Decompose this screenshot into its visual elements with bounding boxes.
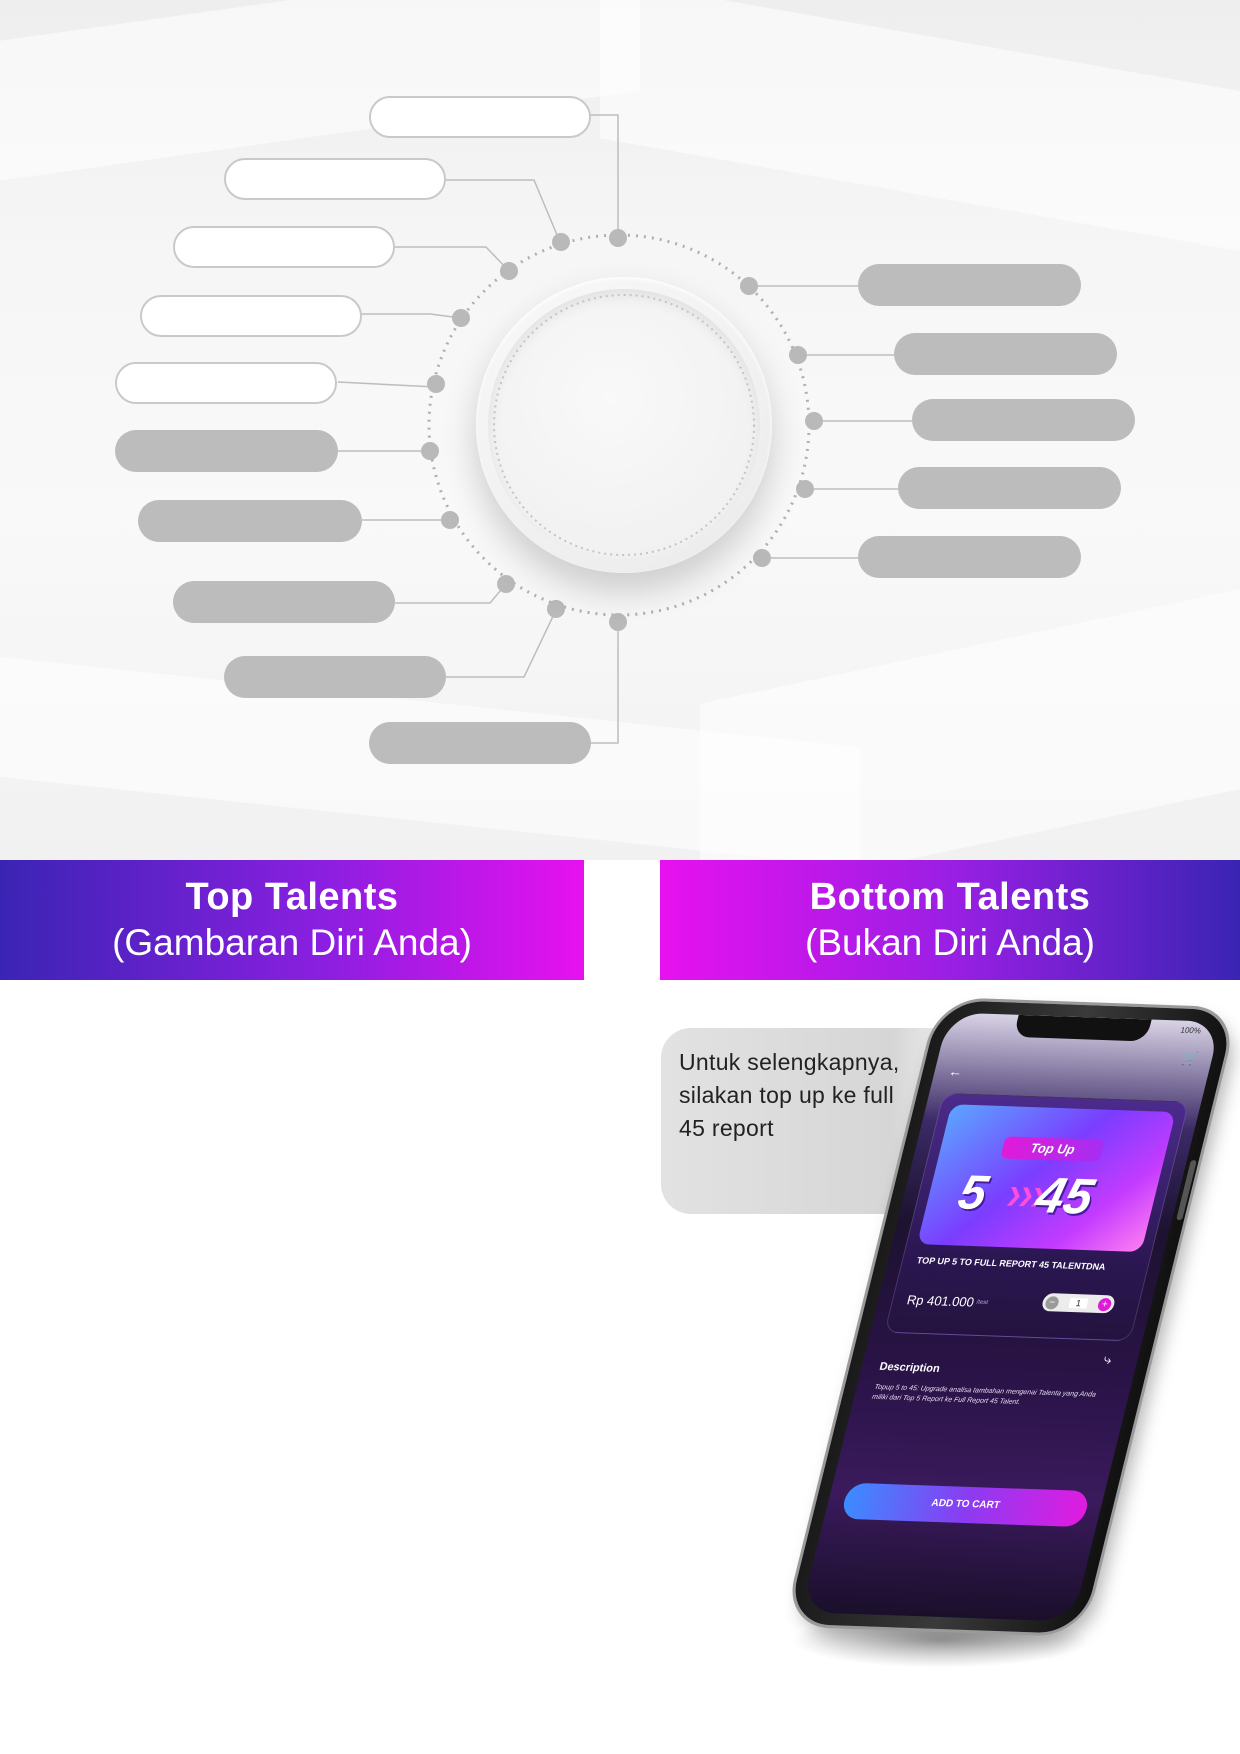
plus-icon[interactable]: + (1096, 1297, 1113, 1311)
banner-subtitle: (Bukan Diri Anda) (805, 922, 1095, 963)
ring-node (452, 309, 470, 327)
bubble-text: Untuk selengkapnya, silakan top up ke fu… (679, 1049, 900, 1141)
ring-node (427, 375, 445, 393)
bottom-talent-slot-5 (858, 536, 1081, 578)
bottom-talents-banner: Bottom Talents (Bukan Diri Anda) (660, 860, 1240, 980)
quantity-value: 1 (1068, 1297, 1089, 1309)
ring-node (497, 575, 515, 593)
description-title: Description (878, 1360, 942, 1375)
top-talent-slot-5 (115, 362, 337, 404)
hidden-talent-slot (173, 581, 395, 623)
cart-icon[interactable]: 🛒 (1180, 1051, 1200, 1068)
top-talent-slot-2 (224, 158, 446, 200)
bottom-talent-slot-3 (912, 399, 1135, 441)
minus-icon[interactable]: − (1044, 1295, 1061, 1310)
ring-node (805, 412, 823, 430)
product-price: Rp 401.000 (905, 1292, 976, 1310)
hidden-talent-slot (115, 430, 338, 472)
banner-title: Bottom Talents (809, 876, 1091, 918)
product-card: Top Up 5 ❯❯❯ 45 TOP UP 5 TO FULL REPORT … (884, 1092, 1190, 1342)
product-title: TOP UP 5 TO FULL REPORT 45 TALENTDNA (915, 1255, 1107, 1272)
top-talents-banner: Top Talents (Gambaran Diri Anda) (0, 860, 584, 980)
top-talent-slot-4 (140, 295, 362, 337)
ring-node (552, 233, 570, 251)
description-text: Topup 5 to 45: Upgrade analisa tambahan … (871, 1383, 1097, 1407)
promo-from-number: 5 (953, 1166, 993, 1221)
ring-node (609, 229, 627, 247)
promo-image: Top Up 5 ❯❯❯ 45 (916, 1104, 1176, 1253)
phone-notch (1013, 1014, 1152, 1042)
back-arrow-icon[interactable]: ← (947, 1063, 965, 1079)
bottom-talent-slot-1 (858, 264, 1081, 306)
ring-node (500, 262, 518, 280)
ring-node (796, 480, 814, 498)
add-to-cart-button[interactable]: ADD TO CART (840, 1482, 1091, 1528)
quantity-stepper[interactable]: − 1 + (1040, 1292, 1117, 1314)
top-talent-slot-1 (369, 96, 591, 138)
bottom-talent-slot-4 (898, 467, 1121, 509)
price-note: /test (975, 1299, 989, 1307)
ring-node (609, 613, 627, 631)
top-talent-slot-3 (173, 226, 395, 268)
hidden-talent-slot (138, 500, 362, 542)
hidden-talent-slot (369, 722, 591, 764)
promo-to-number: 45 (1030, 1166, 1100, 1225)
battery-status: 100% (1179, 1025, 1203, 1036)
ring-node (547, 600, 565, 618)
promo-label: Top Up (1000, 1136, 1105, 1162)
banner-subtitle: (Gambaran Diri Anda) (112, 922, 472, 963)
hidden-talent-slot (224, 656, 446, 698)
banner-title: Top Talents (185, 876, 399, 918)
share-icon[interactable]: ⤷ (1102, 1351, 1114, 1368)
center-hub-inner (488, 289, 760, 561)
bottom-talent-slot-2 (894, 333, 1117, 375)
ring-node (421, 442, 439, 460)
ring-node (789, 346, 807, 364)
ring-node (441, 511, 459, 529)
